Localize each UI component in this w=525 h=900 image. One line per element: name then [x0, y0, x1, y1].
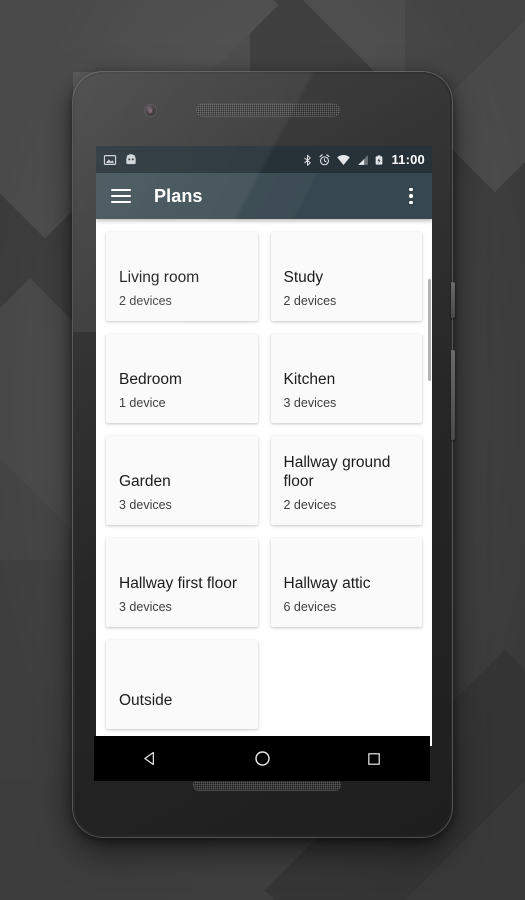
battery-charging-icon	[374, 153, 384, 167]
plan-card[interactable]: Bedroom 1 device	[106, 334, 258, 423]
status-bar-left-icons	[103, 153, 138, 167]
plan-card[interactable]: Garden 3 devices	[106, 436, 258, 525]
plan-card-title: Hallway ground floor	[283, 453, 391, 490]
plan-card-device-count: 2 devices	[283, 498, 337, 512]
plan-card-device-count: 3 devices	[119, 600, 172, 614]
plan-card-device-count: 1 device	[119, 396, 166, 410]
back-button[interactable]	[121, 736, 179, 781]
plans-list-container[interactable]: Living room 2 devices Study 2 devices Bedroo…	[96, 219, 432, 746]
plan-card[interactable]: Hallway ground floor 2 devices	[270, 436, 422, 525]
earpiece-speaker	[196, 103, 340, 117]
plan-card-title: Kitchen	[283, 370, 336, 388]
power-button[interactable]	[451, 282, 455, 318]
front-camera-icon	[145, 105, 156, 116]
plan-card-device-count: 6 devices	[283, 600, 337, 614]
plan-card[interactable]: Kitchen 3 devices	[270, 334, 422, 423]
plan-card-title: Garden	[119, 472, 171, 490]
page-title: Plans	[154, 185, 203, 206]
plan-card-device-count: 3 devices	[283, 396, 337, 410]
plan-card-device-count: 2 devices	[119, 294, 172, 308]
phone-screen: 11:00 Plans Living room 2 devices Study 2 d…	[96, 146, 432, 746]
plan-card[interactable]: Hallway attic 6 devices	[270, 538, 422, 627]
cellular-signal-icon	[356, 153, 369, 167]
volume-rocker[interactable]	[451, 350, 455, 440]
screenshot-icon	[103, 153, 117, 167]
plan-card-title: Hallway attic	[283, 574, 371, 592]
plan-card[interactable]: Hallway first floor 3 devices	[106, 538, 258, 627]
android-debug-icon	[124, 153, 138, 167]
plan-card-title: Study	[283, 268, 324, 286]
status-bar-right-icons: 11:00	[302, 152, 425, 167]
plan-card[interactable]: Study 2 devices	[270, 232, 422, 321]
plan-card[interactable]: Living room 2 devices	[106, 232, 258, 321]
plan-card-title: Bedroom	[119, 370, 182, 388]
phone-device: 11:00 Plans Living room 2 devices Study 2 d…	[73, 72, 455, 837]
phone-bezel: 11:00 Plans Living room 2 devices Study 2 d…	[75, 74, 450, 835]
hamburger-menu-icon[interactable]	[111, 189, 131, 203]
wifi-icon	[336, 153, 351, 167]
plans-card-grid: Living room 2 devices Study 2 devices Bedroo…	[96, 219, 432, 729]
bluetooth-icon	[302, 153, 313, 167]
plan-card-title: Outside	[119, 691, 173, 709]
app-bar: Plans	[96, 173, 432, 219]
recents-button[interactable]	[345, 736, 403, 781]
status-bar-clock: 11:00	[391, 152, 425, 167]
home-button[interactable]	[233, 736, 291, 781]
vertical-scrollbar-thumb[interactable]	[428, 279, 431, 381]
overflow-menu-icon[interactable]	[394, 173, 428, 219]
plan-card[interactable]: Outside	[106, 640, 258, 729]
plan-card-device-count: 3 devices	[119, 498, 172, 512]
plan-card-title: Hallway first floor	[119, 574, 237, 592]
status-bar: 11:00	[96, 146, 432, 173]
plan-card-device-count: 2 devices	[283, 294, 337, 308]
plan-card-title: Living room	[119, 268, 200, 286]
alarm-icon	[318, 153, 331, 167]
android-navigation-bar	[94, 736, 430, 781]
